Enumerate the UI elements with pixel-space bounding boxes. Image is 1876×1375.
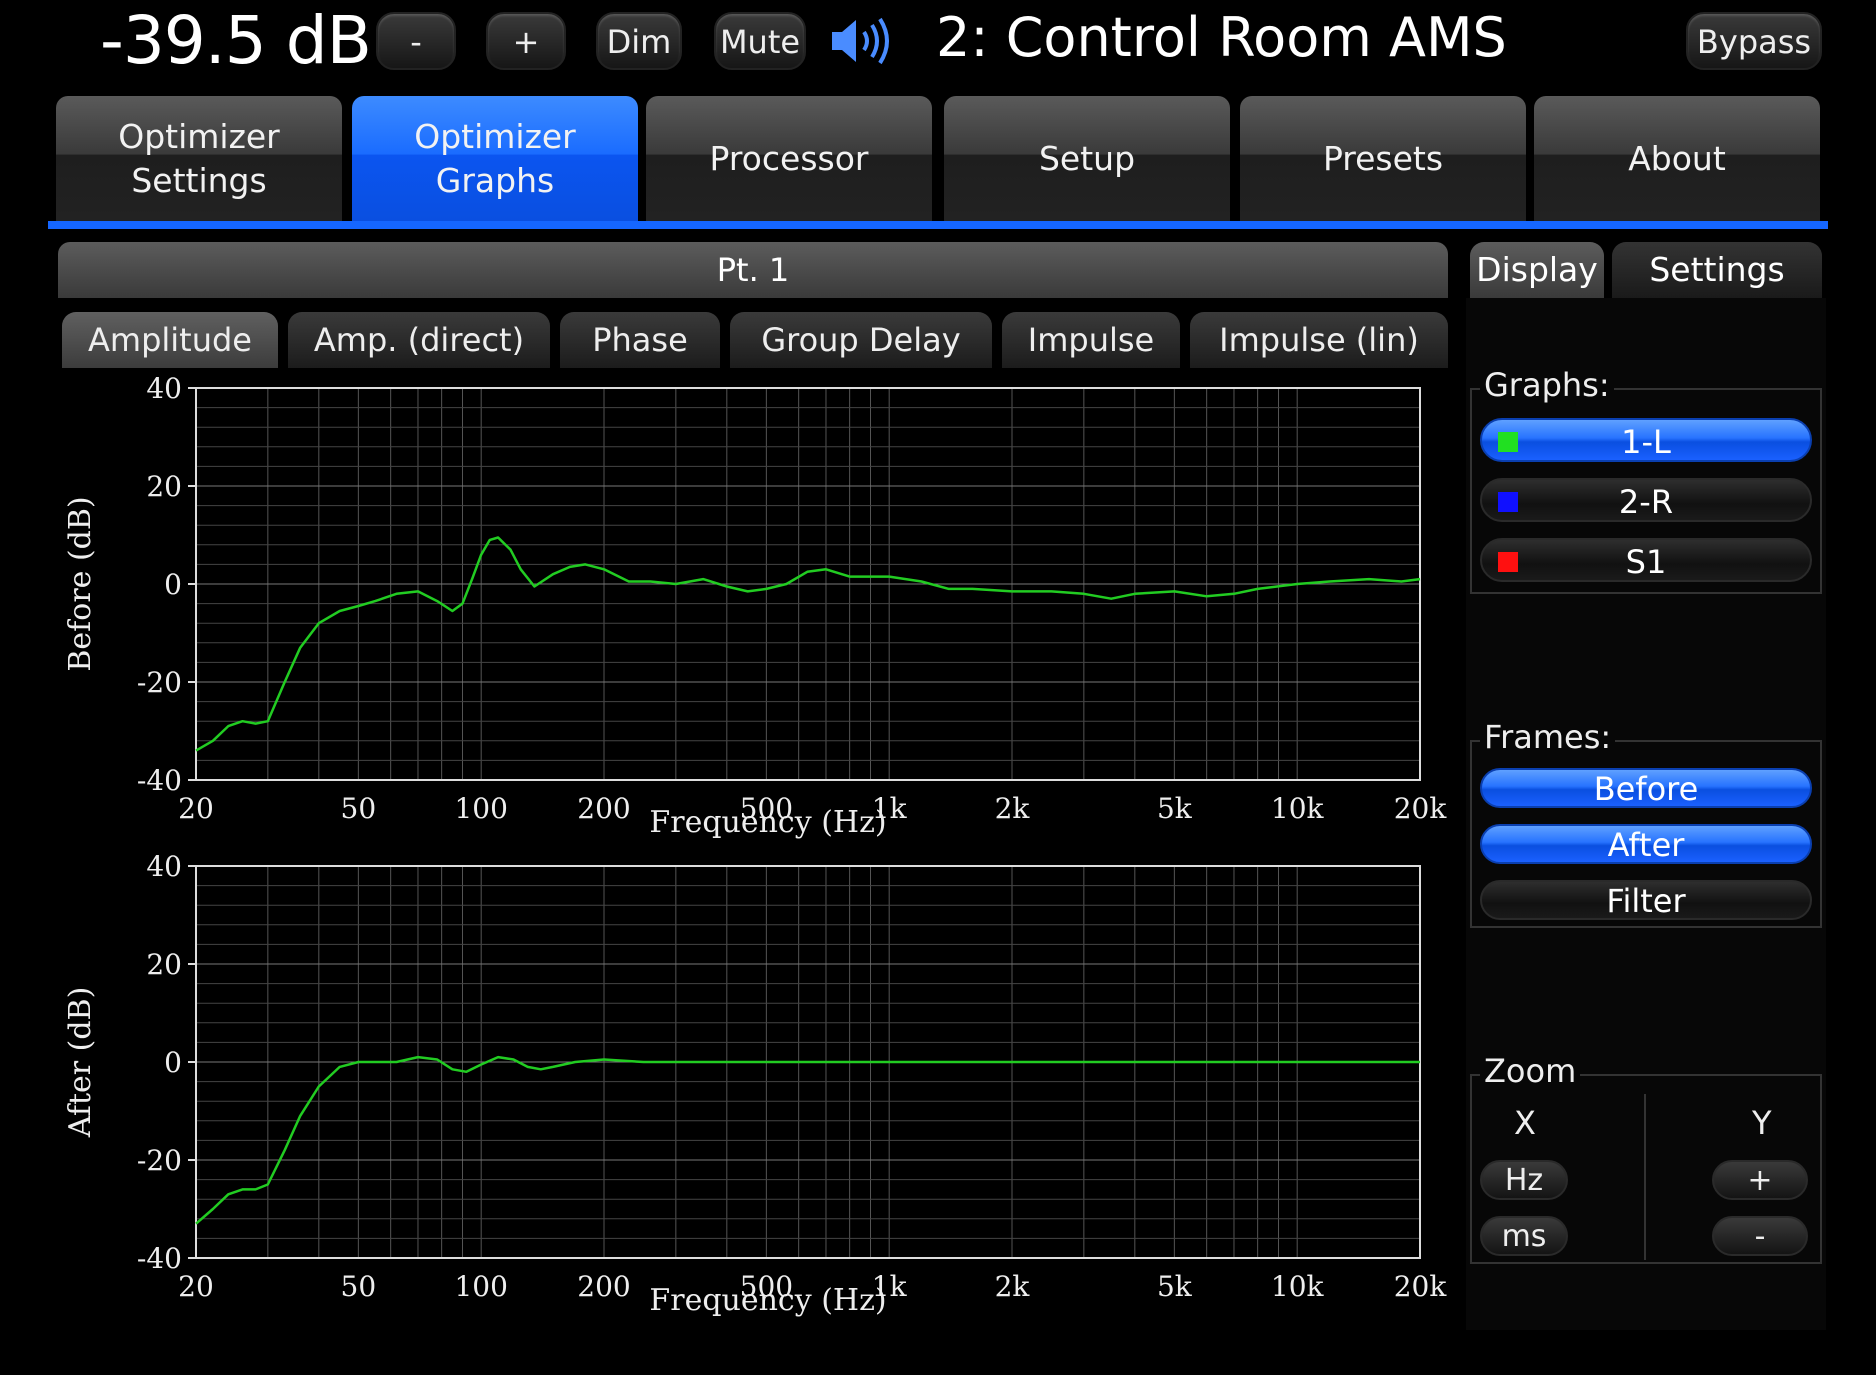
x-axis-label: Frequency (Hz) [649,1283,886,1318]
graph-toggle-2-r[interactable]: 2-R [1480,478,1812,522]
graphs-label: Graphs: [1480,366,1614,404]
y-tick-label: 0 [164,1046,182,1079]
tab-display-settings[interactable]: Settings [1612,242,1822,298]
y-tick-label: -20 [137,1144,182,1177]
x-tick-label: 50 [341,1270,377,1303]
zoom-x-label: X [1514,1104,1536,1142]
y-axis-label: After (dB) [63,987,98,1139]
y-tick-label: 0 [164,568,182,601]
tab-about[interactable]: About [1534,96,1820,222]
channel-color-swatch [1498,432,1518,452]
bypass-button[interactable]: Bypass [1686,12,1822,70]
y-tick-label: 20 [146,948,182,981]
x-tick-label: 2k [995,792,1031,825]
x-tick-label: 5k [1157,1270,1193,1303]
x-tick-label: 100 [454,1270,507,1303]
x-tick-label: 10k [1271,1270,1325,1303]
graph-toggle-label: 2-R [1618,483,1674,521]
graph-toggle-s1[interactable]: S1 [1480,538,1812,582]
y-axis-label: Before (dB) [63,496,98,671]
channel-color-swatch [1498,492,1518,512]
y-tick-label: 40 [146,850,182,883]
zoom-y-label: Y [1752,1104,1772,1142]
x-tick-label: 20k [1394,1270,1448,1303]
tab-label-line1: About [1628,139,1726,178]
x-tick-label: 200 [577,792,630,825]
frame-toggle-filter[interactable]: Filter [1480,880,1812,920]
graph-toggle-1-l[interactable]: 1-L [1480,418,1812,462]
frame-toggle-after[interactable]: After [1480,824,1812,864]
zoom-y-minus-button[interactable]: - [1712,1216,1808,1256]
graph-toggle-label: S1 [1625,543,1667,581]
y-tick-label: 20 [146,470,182,503]
x-axis-label: Frequency (Hz) [649,805,886,840]
y-tick-label: -40 [137,1242,182,1275]
frames-label: Frames: [1480,718,1616,756]
y-tick-label: -20 [137,666,182,699]
zoom-y-plus-button[interactable]: + [1712,1160,1808,1200]
x-tick-label: 200 [577,1270,630,1303]
channel-color-swatch [1498,552,1518,572]
zoom-divider [1644,1094,1646,1260]
zoom-ms-button[interactable]: ms [1480,1216,1568,1256]
y-tick-label: 40 [146,372,182,405]
tab-display[interactable]: Display [1470,242,1604,298]
x-tick-label: 5k [1157,792,1193,825]
charts-canvas: 40200-20-4020 50 100 200 500 1k 2k 5k 10k 20kBefo… [63,372,1448,1318]
x-tick-label: 2k [995,1270,1031,1303]
series-line-1-l [195,536,1421,752]
x-tick-label: 20k [1394,792,1448,825]
y-tick-label: -40 [137,764,182,797]
frame-toggle-before[interactable]: Before [1480,768,1812,808]
x-tick-label: 100 [454,792,507,825]
x-tick-label: 50 [341,792,377,825]
x-tick-label: 20 [178,792,214,825]
graph-toggle-label: 1-L [1621,423,1671,461]
zoom-hz-button[interactable]: Hz [1480,1160,1568,1200]
x-tick-label: 10k [1271,792,1325,825]
x-tick-label: 20 [178,1270,214,1303]
zoom-label: Zoom [1480,1052,1581,1090]
